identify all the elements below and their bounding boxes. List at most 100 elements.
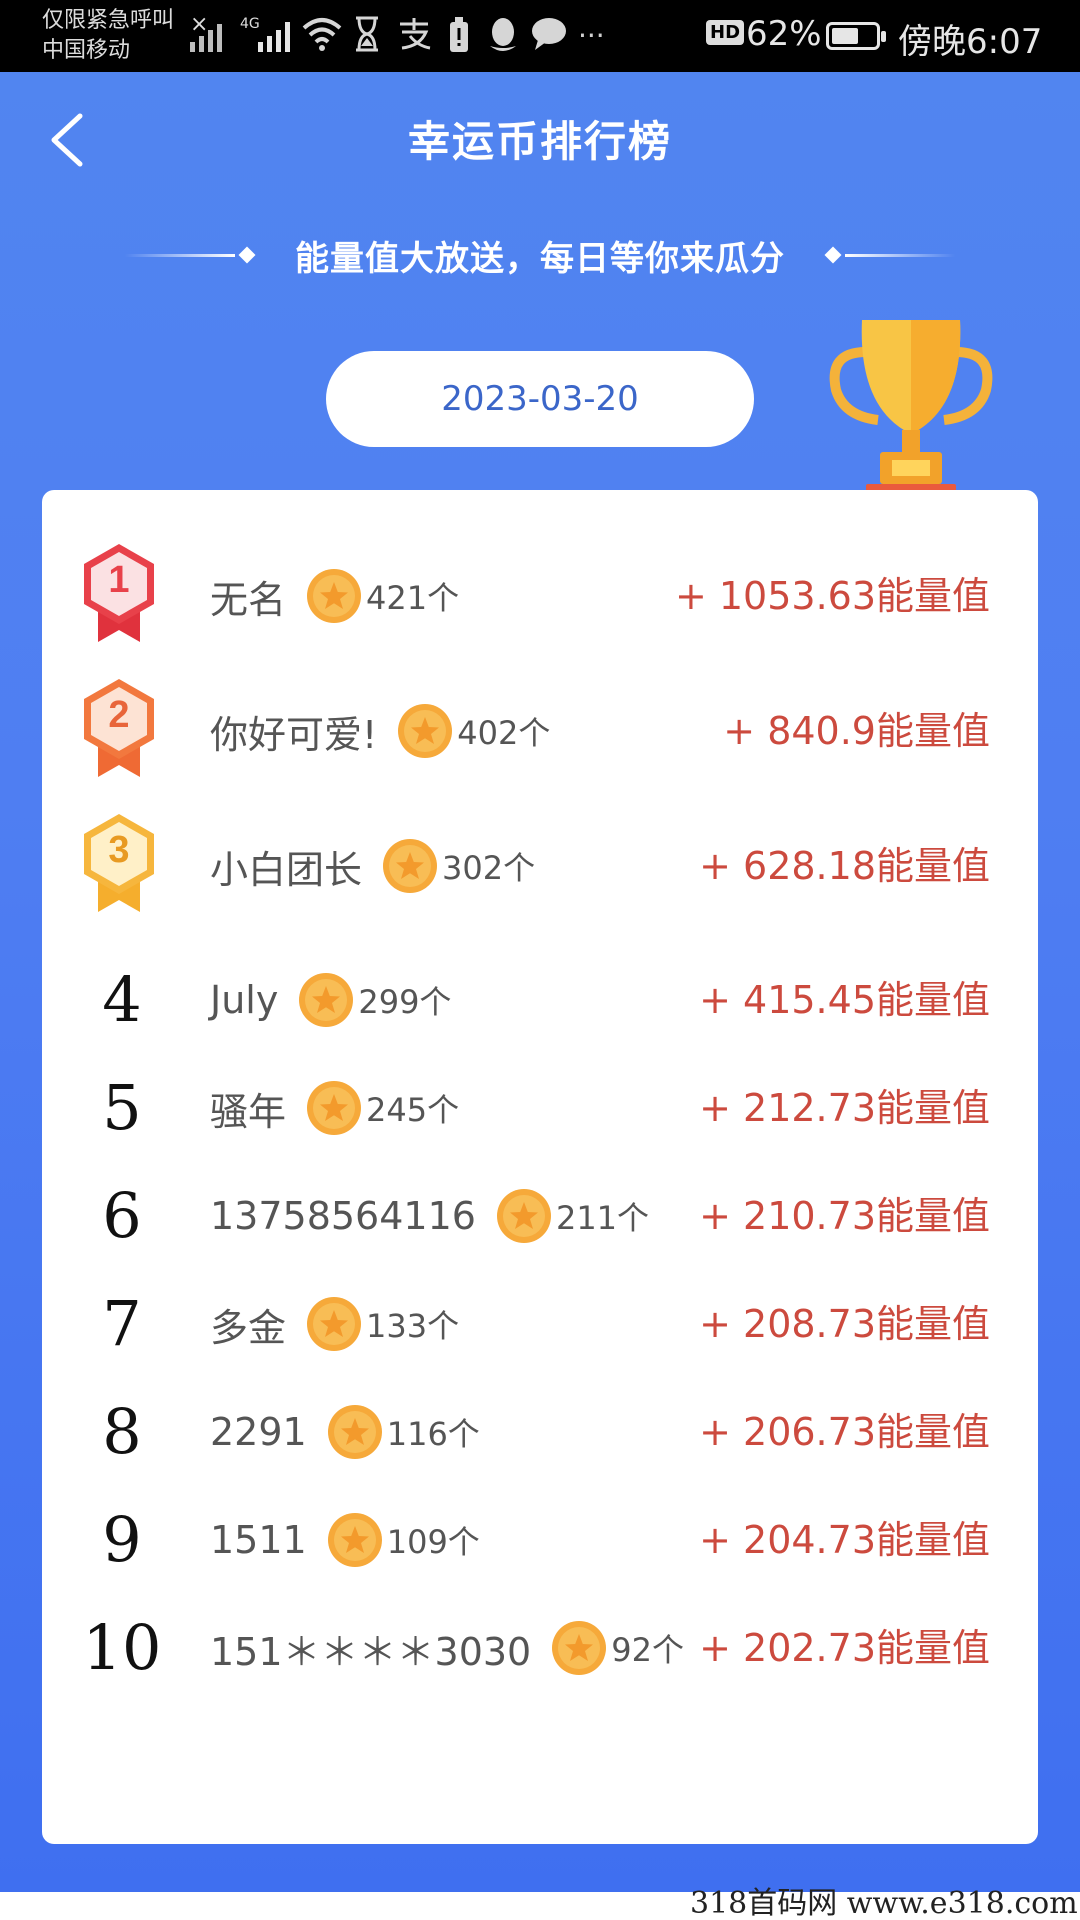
user-info: 无名 421个 (210, 546, 459, 646)
energy-value: + 202.73能量值 (699, 1626, 990, 1670)
rank-number: 7 (102, 1287, 142, 1360)
user-info: 多金 133个 (210, 1274, 459, 1374)
user-info: 13758564116 211个 (210, 1166, 649, 1266)
signal-icon (190, 18, 222, 52)
ranking-row: 8 2291 116个 + 206.73能量值 (42, 1382, 1038, 1482)
energy-value: + 208.73能量值 (699, 1302, 990, 1346)
user-name: July (210, 978, 279, 1022)
user-name: 151＊＊＊＊3030 (210, 1629, 532, 1674)
ranking-row: 7 多金 133个 + 208.73能量值 (42, 1274, 1038, 1374)
network-type-label: 4G (240, 16, 260, 32)
user-name: 13758564116 (210, 1194, 476, 1238)
battery-percent: 62% (746, 14, 822, 54)
rank-number: 8 (102, 1395, 142, 1468)
user-info: 2291 116个 (210, 1382, 480, 1482)
user-info: 151＊＊＊＊3030 92个 (210, 1598, 684, 1698)
alipay-icon (396, 16, 432, 61)
user-name: 骚年 (210, 1089, 287, 1134)
lucky-coin-icon (299, 973, 354, 1027)
carrier-info: 仅限紧急呼叫 中国移动 (42, 6, 174, 66)
energy-value: + 204.73能量值 (699, 1518, 990, 1562)
rank-medal-icon: 2 (78, 677, 160, 781)
rank-number: 9 (102, 1503, 142, 1576)
coin-count: 421个 (366, 579, 460, 617)
trophy-icon (829, 320, 993, 500)
user-info: 你好可爱! 402个 (210, 681, 550, 781)
signal-4g-icon (258, 18, 290, 52)
lucky-coin-icon (552, 1621, 607, 1675)
user-info: 1511 109个 (210, 1490, 480, 1590)
coin-count: 92个 (611, 1631, 684, 1669)
rank-number: 5 (102, 1071, 142, 1144)
coin-count: 402个 (457, 714, 551, 752)
lucky-coin-icon (398, 704, 453, 758)
coin-count: 116个 (386, 1415, 480, 1453)
rank-medal-icon: 1 (78, 542, 160, 646)
lucky-coin-icon (327, 1405, 382, 1459)
status-clock: 傍晚6:07 (898, 22, 1043, 62)
rank-medal-icon: 3 (78, 812, 160, 916)
energy-value: + 210.73能量值 (699, 1194, 990, 1238)
page-title: 幸运币排行榜 (407, 117, 672, 166)
carrier-emergency-text: 仅限紧急呼叫 (42, 8, 175, 33)
lucky-coin-icon (496, 1189, 551, 1243)
rank-number: 2 (108, 694, 130, 736)
date-selector[interactable]: 2023-03-20 (326, 351, 754, 447)
energy-value: + 212.73能量值 (699, 1086, 990, 1130)
qq-icon (486, 16, 520, 63)
energy-value: + 840.9能量值 (723, 709, 990, 753)
battery-icon (826, 22, 886, 50)
diamond-icon (238, 246, 256, 264)
more-icon: ··· (578, 19, 605, 52)
carrier-name: 中国移动 (42, 38, 131, 63)
ranking-row: 6 13758564116 211个 + 210.73能量值 (42, 1166, 1038, 1266)
lucky-coin-icon (307, 569, 362, 623)
energy-value: + 206.73能量值 (699, 1410, 990, 1454)
hd-badge: HD (706, 20, 745, 45)
ranking-row: 1 无名 421个 + 1053.63能量值 (42, 544, 1038, 646)
lucky-coin-icon (307, 1297, 362, 1351)
ranking-row: 10 151＊＊＊＊3030 92个 + 202.73能量值 (42, 1598, 1038, 1698)
slogan-text: 能量值大放送，每日等你来瓜分 (295, 238, 785, 279)
energy-value: + 415.45能量值 (699, 978, 990, 1022)
rank-number: 4 (102, 963, 142, 1036)
user-info: July 299个 (210, 950, 451, 1050)
user-name: 1511 (210, 1518, 307, 1562)
lucky-coin-icon (327, 1513, 382, 1567)
lucky-coin-icon (383, 839, 438, 893)
diamond-icon (824, 246, 842, 264)
ranking-row: 3 小白团长 302个 + 628.18能量值 (42, 814, 1038, 916)
user-name: 多金 (210, 1305, 287, 1350)
slogan-divider-left (125, 253, 235, 257)
coin-count: 211个 (555, 1199, 650, 1237)
ranking-card: 1 无名 421个 + 1053.63能量值 2 你好可爱! 402个 + 840.9能量值 3… (42, 490, 1038, 1844)
battery-level-fill (832, 28, 858, 44)
status-bar: 仅限紧急呼叫 中国移动 × 4G ··· HD 62% 傍晚6:07 (0, 0, 1080, 72)
user-name: 你好可爱! (210, 712, 378, 757)
battery-alert-icon (448, 16, 470, 63)
hourglass-icon (352, 16, 382, 61)
ranking-row: 5 骚年 245个 + 212.73能量值 (42, 1058, 1038, 1158)
ranking-row: 2 你好可爱! 402个 + 840.9能量值 (42, 679, 1038, 781)
coin-count: 299个 (358, 983, 452, 1021)
user-info: 小白团长 302个 (210, 816, 535, 916)
slogan-divider-right (845, 253, 955, 257)
rank-number: 6 (102, 1179, 142, 1252)
chat-icon (530, 16, 568, 61)
ranking-row: 9 1511 109个 + 204.73能量值 (42, 1490, 1038, 1590)
user-name: 小白团长 (210, 847, 363, 892)
watermark: 318首码网 www.e318.com (690, 1886, 1078, 1920)
rank-number: 1 (108, 559, 130, 601)
wifi-icon (302, 16, 342, 61)
energy-value: + 1053.63能量值 (674, 574, 990, 618)
coin-count: 133个 (366, 1307, 460, 1345)
coin-count: 302个 (442, 849, 536, 887)
coin-count: 245个 (366, 1091, 460, 1129)
user-name: 2291 (210, 1410, 307, 1454)
rank-number: 10 (82, 1611, 162, 1684)
rank-number: 3 (108, 829, 130, 871)
user-info: 骚年 245个 (210, 1058, 459, 1158)
coin-count: 109个 (386, 1523, 480, 1561)
energy-value: + 628.18能量值 (699, 844, 990, 888)
ranking-row: 4 July 299个 + 415.45能量值 (42, 950, 1038, 1050)
